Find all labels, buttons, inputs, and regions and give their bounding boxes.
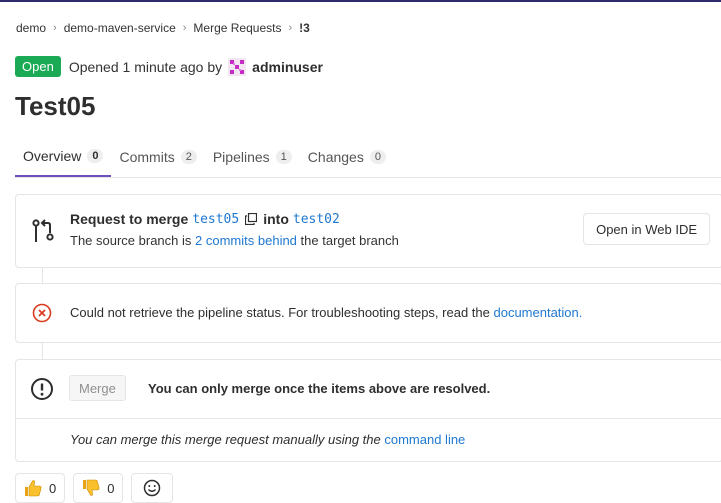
mr-status-line: Open Opened 1 minute ago by adminuser — [15, 56, 323, 77]
breadcrumb: demo › demo-maven-service › Merge Reques… — [16, 21, 310, 35]
source-branch-link[interactable]: test05 — [192, 212, 239, 227]
add-reaction-button[interactable] — [131, 473, 174, 503]
tab-count-badge: 1 — [275, 150, 292, 164]
merge-widget: Merge You can only merge once the items … — [15, 359, 721, 462]
tab-label: Changes — [307, 149, 364, 165]
mr-tabs: Overview 0 Commits 2 Pipelines 1 Changes… — [15, 137, 721, 178]
breadcrumb-item-mr-id[interactable]: !3 — [299, 21, 310, 35]
smiley-icon — [144, 479, 161, 497]
tab-label: Pipelines — [212, 149, 270, 165]
top-navbar-edge — [0, 0, 721, 2]
warning-icon — [31, 378, 53, 400]
thumbs-up-icon — [25, 480, 42, 497]
behind-prefix: The source branch is — [70, 233, 192, 248]
page-title: Test05 — [15, 91, 96, 121]
chevron-right-icon: › — [182, 22, 187, 34]
pipeline-error-message: Could not retrieve the pipeline status. … — [70, 305, 582, 320]
pipeline-status-widget: Could not retrieve the pipeline status. … — [15, 283, 721, 343]
widget-connector — [42, 341, 43, 359]
behind-suffix: the target branch — [300, 233, 399, 248]
opened-text: Opened 1 minute ago by — [68, 58, 223, 75]
mr-branch-info-widget: Request to merge test05 into test02 The … — [15, 194, 721, 268]
breadcrumb-item-group[interactable]: demo — [16, 21, 46, 35]
tab-commits[interactable]: Commits 2 — [111, 137, 204, 177]
tab-label: Overview — [23, 148, 82, 164]
merge-button[interactable]: Merge — [69, 375, 126, 401]
tab-overview[interactable]: Overview 0 — [15, 137, 112, 177]
tab-count-badge: 2 — [180, 150, 197, 164]
git-merge-request-icon — [32, 219, 54, 242]
thumbsup-award-button[interactable]: 0 — [15, 473, 66, 503]
author-link[interactable]: adminuser — [252, 59, 323, 75]
merge-blocked-message: You can only merge once the items above … — [148, 381, 491, 396]
commits-behind-link[interactable]: 2 commits behind — [195, 233, 297, 248]
commits-behind-info: The source branch is 2 commits behind th… — [70, 233, 399, 248]
thumbs-down-icon — [83, 479, 100, 496]
error-status-icon — [32, 303, 52, 323]
pipeline-error-period: . — [578, 305, 583, 320]
breadcrumb-item-project[interactable]: demo-maven-service — [64, 21, 176, 35]
command-line-link[interactable]: command line — [384, 432, 465, 447]
chevron-right-icon: › — [53, 22, 57, 34]
award-emoji-bar: 0 0 — [15, 473, 181, 503]
tab-count-badge: 0 — [87, 149, 104, 163]
tab-changes[interactable]: Changes 0 — [300, 137, 394, 177]
thumbsdown-count: 0 — [107, 480, 115, 496]
open-in-web-ide-button[interactable]: Open in Web IDE — [583, 213, 710, 245]
copy-icon[interactable] — [245, 213, 258, 225]
breadcrumb-item-merge-requests[interactable]: Merge Requests — [193, 21, 281, 35]
merge-request-branches: Request to merge test05 into test02 — [70, 211, 344, 227]
documentation-link[interactable]: documentation — [493, 305, 578, 320]
target-branch-link[interactable]: test02 — [293, 212, 340, 227]
chevron-right-icon: › — [288, 22, 293, 34]
pipeline-error-text: Could not retrieve the pipeline status. … — [70, 305, 490, 320]
tab-label: Commits — [119, 149, 175, 165]
divider — [16, 418, 721, 419]
tab-count-badge: 0 — [369, 150, 386, 164]
manual-merge-info: You can merge this merge request manuall… — [70, 432, 465, 447]
widget-connector — [42, 266, 43, 283]
status-badge: Open — [15, 56, 61, 77]
avatar[interactable] — [228, 57, 247, 76]
thumbsup-count: 0 — [49, 480, 57, 496]
request-to-merge-label: Request to merge — [70, 211, 189, 227]
tab-pipelines[interactable]: Pipelines 1 — [205, 137, 300, 177]
thumbsdown-award-button[interactable]: 0 — [73, 473, 124, 503]
into-label: into — [263, 211, 289, 227]
manual-merge-text: You can merge this merge request manuall… — [70, 432, 381, 447]
